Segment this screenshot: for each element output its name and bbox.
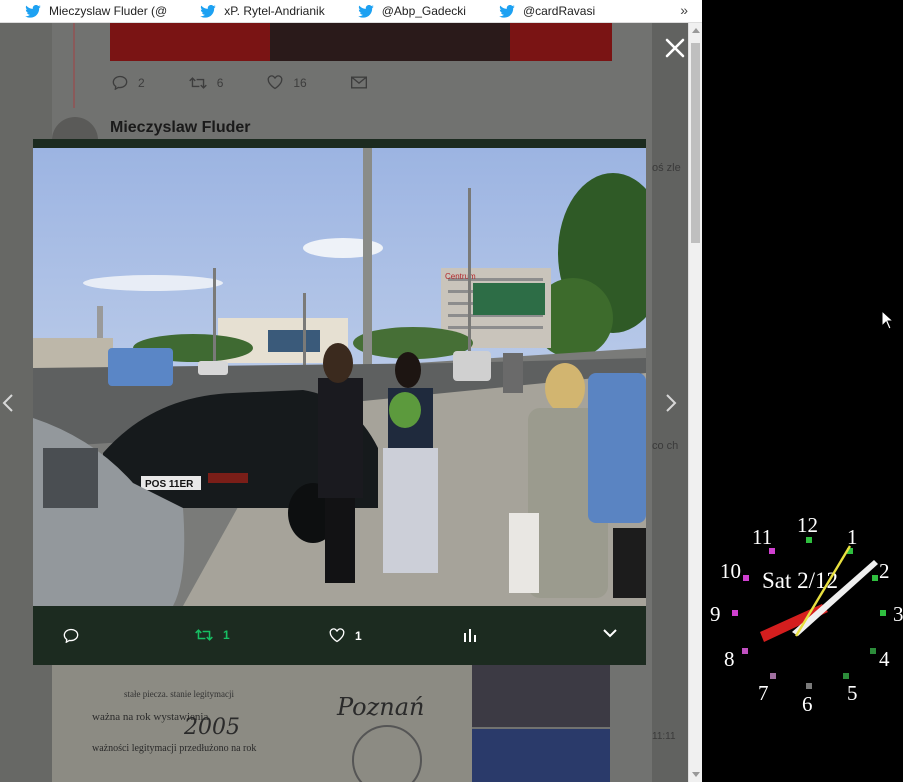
reply-button[interactable]: 2 [112, 75, 145, 90]
timestamp: 11:11 [652, 731, 676, 742]
trend-snippet: oś zle [652, 162, 681, 174]
tweet-media-red [110, 23, 612, 61]
tweet-actions: 2 6 16 [112, 75, 367, 90]
desktop-clock: 12 1 2 3 4 5 6 7 8 9 10 11 Sat 2/12 [710, 513, 903, 716]
tweet-author-name[interactable]: Mieczyslaw Fluder [110, 119, 251, 137]
scroll-up-arrow[interactable] [692, 28, 700, 33]
bookmark-label: @Abp_Gadecki [381, 4, 466, 18]
trend-snippet: co ch [652, 440, 679, 452]
bookmark-item[interactable]: xP. Rytel-Andrianik [175, 0, 333, 23]
street-scene-image: Centrum POS 11ER [33, 148, 646, 606]
retweet-count: 6 [216, 75, 224, 90]
clock-numeral: 4 [879, 647, 890, 671]
analytics-icon [464, 629, 476, 642]
clock-marker [806, 683, 812, 689]
clock-marker [806, 537, 812, 543]
scroll-down-arrow[interactable] [692, 772, 700, 777]
clock-numeral: 3 [893, 602, 903, 626]
clock-marker [843, 673, 849, 679]
clock-numeral: 7 [758, 681, 769, 705]
document-line: stałe piecza. stanie legitymacji [124, 689, 234, 699]
bookmark-label: Mieczyslaw Fluder (@ [49, 4, 168, 18]
reply-icon [112, 75, 128, 90]
clock-numeral: 5 [847, 681, 858, 705]
lightbox-actions: 1 1 [33, 606, 646, 665]
tweet-media-figure [270, 23, 510, 61]
clock-marker [872, 575, 878, 581]
clock-numeral: 8 [724, 647, 735, 671]
mouse-cursor-icon [881, 310, 893, 330]
retweet-count: 1 [223, 628, 230, 642]
browser-viewport: 2 6 16 Mieczyslaw Fluder ... oś zle co c… [0, 23, 702, 782]
retweet-button[interactable]: 1 [195, 628, 230, 642]
document-year: 2005 [184, 715, 240, 740]
clock-marker [770, 673, 776, 679]
close-icon[interactable] [664, 37, 686, 59]
twitter-bird-icon [200, 4, 217, 18]
scrollbar[interactable] [688, 23, 702, 782]
chevron-down-icon [603, 629, 617, 638]
clock-numeral: 1 [847, 525, 858, 549]
document-stamp [352, 725, 422, 782]
retweet-icon [195, 629, 213, 641]
tweet-photo-thumbnail[interactable] [472, 665, 610, 727]
building-sign: Centrum [445, 272, 476, 281]
bookmark-item[interactable]: Mieczyslaw Fluder (@ [0, 0, 175, 23]
message-button[interactable] [350, 75, 367, 90]
like-count: 1 [355, 628, 362, 643]
chevron-left-icon[interactable] [2, 393, 14, 413]
bookmark-item[interactable]: @Abp_Gadecki [333, 0, 474, 23]
more-button[interactable] [603, 628, 617, 638]
like-button[interactable]: 16 [267, 75, 307, 90]
like-button[interactable]: 1 [329, 628, 362, 643]
thread-connector [73, 23, 75, 108]
document-line: ważności legitymacji przedłużono na rok [92, 743, 257, 754]
bookmark-label: @cardRavasi [522, 4, 596, 18]
like-icon [329, 628, 345, 643]
bookmarks-bar: Mieczyslaw Fluder (@ xP. Rytel-Andrianik… [0, 0, 702, 23]
lightbox-photo: Centrum POS 11ER [33, 148, 646, 606]
screen: Mieczyslaw Fluder (@ xP. Rytel-Andrianik… [0, 0, 903, 782]
clock-numeral: 11 [752, 525, 772, 549]
mail-icon [350, 76, 367, 89]
reply-button[interactable] [63, 628, 79, 643]
clock-marker [870, 648, 876, 654]
reply-icon [63, 628, 79, 643]
chevron-right-icon[interactable] [665, 393, 677, 413]
license-plate: POS 11ER [145, 479, 194, 490]
media-lightbox: Centrum POS 11ER 1 1 [33, 139, 646, 665]
bookmark-label: xP. Rytel-Andrianik [224, 4, 325, 18]
clock-marker [743, 575, 749, 581]
analytics-button[interactable] [463, 628, 477, 642]
clock-numeral: 12 [797, 513, 818, 537]
clock-date: Sat 2/12 [762, 568, 838, 593]
reply-count: 2 [138, 75, 145, 90]
clock-numeral: 6 [802, 692, 813, 716]
twitter-bird-icon [25, 4, 41, 18]
twitter-bird-icon [499, 4, 515, 18]
document-signature: Poznań [337, 693, 425, 721]
tweet-photo-thumbnail[interactable] [472, 729, 610, 782]
retweet-icon [188, 76, 207, 89]
like-icon [268, 75, 283, 90]
tweet-document-image: stałe piecza. stanie legitymacji ważna n… [52, 665, 472, 782]
twitter-bird-icon [357, 4, 374, 18]
retweet-button[interactable]: 6 [188, 75, 224, 90]
clock-numeral: 2 [879, 559, 890, 583]
like-count: 16 [293, 75, 307, 90]
bookmark-item[interactable]: @cardRavasi [474, 0, 603, 23]
clock-marker [732, 610, 738, 616]
bookmarks-overflow-button[interactable]: » [680, 2, 688, 18]
clock-marker [880, 610, 886, 616]
clock-numeral: 10 [720, 559, 741, 583]
clock-marker [742, 648, 748, 654]
scrollbar-thumb[interactable] [691, 43, 700, 243]
clock-numeral: 9 [710, 602, 721, 626]
